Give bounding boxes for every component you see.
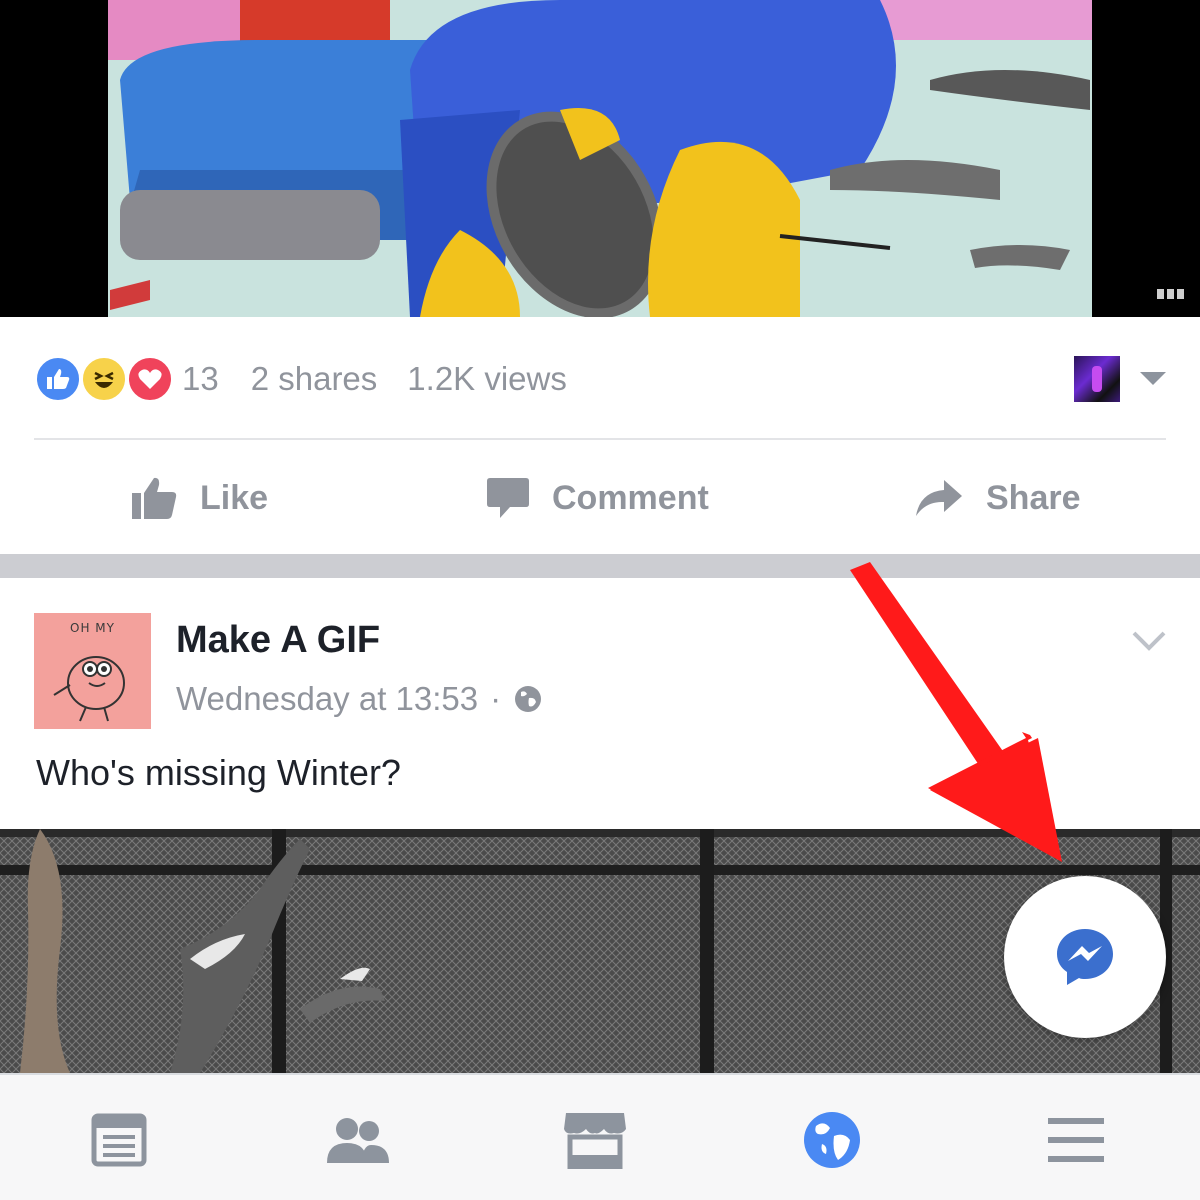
post-timestamp[interactable]: Wednesday at 13:53 bbox=[176, 680, 478, 718]
page-avatar[interactable]: OH MY bbox=[34, 613, 151, 729]
caret-down-icon[interactable] bbox=[1140, 372, 1166, 385]
friends-icon bbox=[327, 1118, 389, 1163]
tab-menu[interactable] bbox=[1036, 1105, 1116, 1175]
viewer-avatar[interactable] bbox=[1074, 356, 1120, 402]
marketplace-icon bbox=[564, 1113, 626, 1169]
share-count[interactable]: 2 shares bbox=[251, 360, 378, 398]
thumbs-up-icon bbox=[132, 477, 177, 519]
reaction-count[interactable]: 13 bbox=[182, 360, 219, 398]
view-count: 1.2K views bbox=[407, 360, 567, 397]
menu-icon bbox=[1048, 1118, 1104, 1162]
tab-news-feed[interactable] bbox=[79, 1105, 159, 1175]
feed-separator bbox=[0, 554, 1200, 578]
post-actions: Like Comment Share bbox=[0, 462, 1200, 534]
share-arrow-icon bbox=[916, 480, 962, 516]
share-label: Share bbox=[986, 478, 1081, 517]
video-more-icon[interactable] bbox=[1157, 289, 1184, 299]
tab-notifications[interactable] bbox=[792, 1105, 872, 1175]
share-button[interactable]: Share bbox=[914, 462, 1081, 534]
reactions-summary[interactable]: 13 2 shares 1.2K views bbox=[34, 354, 1174, 404]
comment-button[interactable]: Comment bbox=[486, 462, 709, 534]
bottom-tab-bar bbox=[0, 1073, 1200, 1200]
globe-icon bbox=[804, 1112, 860, 1168]
like-reaction-icon bbox=[34, 355, 82, 403]
messenger-icon bbox=[1057, 929, 1113, 985]
like-label: Like bbox=[200, 478, 269, 517]
love-reaction-icon bbox=[126, 355, 174, 403]
post-text: Who's missing Winter? bbox=[36, 752, 401, 793]
haha-reaction-icon bbox=[80, 355, 128, 403]
tab-friends[interactable] bbox=[317, 1105, 397, 1175]
tab-marketplace[interactable] bbox=[555, 1105, 635, 1175]
comment-label: Comment bbox=[552, 478, 709, 517]
chevron-down-icon[interactable] bbox=[1132, 630, 1166, 652]
post-meta: Wednesday at 13:53 · bbox=[176, 680, 543, 718]
post-author[interactable]: Make A GIF bbox=[176, 619, 380, 662]
news-feed-icon bbox=[91, 1113, 147, 1167]
video-frame-cartoon bbox=[0, 0, 1200, 317]
comment-icon bbox=[487, 478, 529, 518]
reaction-icons[interactable] bbox=[34, 355, 176, 403]
like-button[interactable]: Like bbox=[130, 462, 268, 534]
divider bbox=[34, 438, 1166, 440]
messenger-button[interactable] bbox=[1004, 876, 1166, 1038]
video-player-top[interactable] bbox=[0, 0, 1200, 317]
globe-icon bbox=[515, 686, 542, 712]
avatar-caption: OH MY bbox=[70, 621, 115, 635]
meta-separator: · bbox=[490, 680, 502, 717]
